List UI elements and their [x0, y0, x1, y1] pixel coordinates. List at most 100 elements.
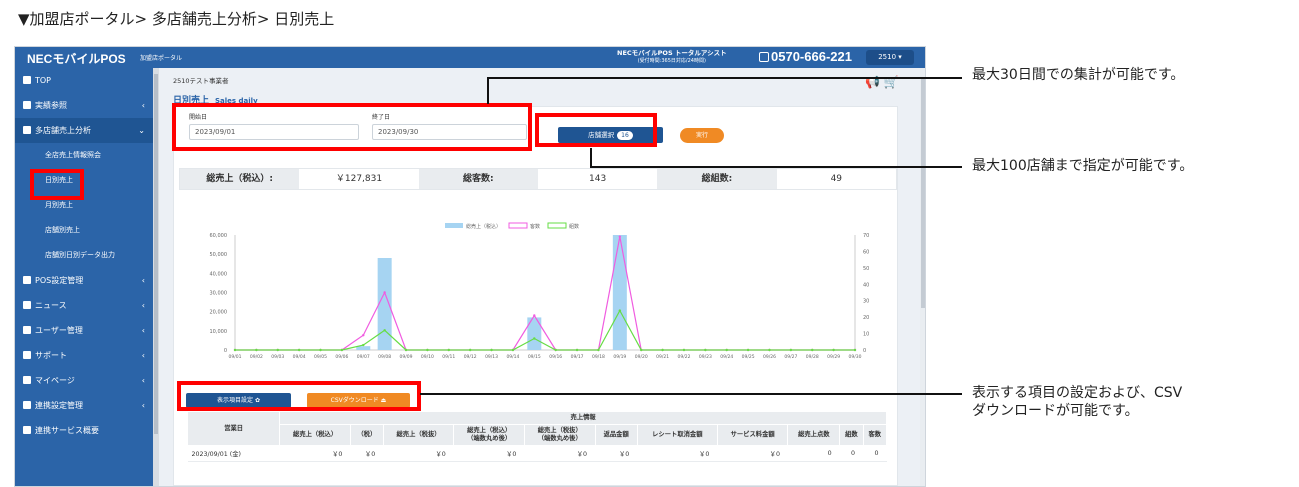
store-code-dropdown[interactable]: 2510 ▾ [866, 50, 914, 65]
legend-label: 組数 [569, 223, 579, 230]
store-name: 2510テスト事業者 [173, 77, 229, 85]
series-point [554, 348, 557, 352]
sidebar-item-mypage[interactable]: マイページ ‹ [15, 368, 153, 393]
series-point [319, 348, 322, 352]
table-header[interactable]: 総売上（税込） （端数丸め後） [453, 424, 525, 446]
x-tick-label: 09/26 [763, 354, 776, 360]
top-header: NECモバイルPOS 加盟店ポータル NECモバイルPOS トータルアシスト (… [15, 47, 925, 68]
daily-sales-chart: 0 10,000 20,000 30,000 40,000 50,000 60,000 0 10… [210, 222, 869, 360]
x-tick-label: 09/09 [400, 354, 413, 360]
table-header[interactable]: 返品金額 [594, 424, 638, 446]
x-tick-label: 09/29 [827, 354, 840, 360]
callout-csv-line1: 表示する項目の設定および、CSV [972, 385, 1183, 401]
series-line [235, 236, 855, 351]
series-point [426, 348, 429, 352]
y-tick-label-right: 30 [863, 299, 869, 305]
total-sales-value: ￥127,831 [335, 174, 383, 184]
connector-line [487, 77, 962, 79]
assist-info: NECモバイルPOS トータルアシスト (受付時間:365日対応/24時間) [617, 49, 727, 65]
x-tick-label: 09/25 [742, 354, 755, 360]
lifebuoy-icon [23, 351, 31, 359]
scrollbar-thumb[interactable] [921, 78, 925, 308]
sidebar-item-pos-settings[interactable]: POS設定管理 ‹ [15, 268, 153, 293]
y-tick-label-right: 70 [863, 233, 869, 239]
table-header[interactable]: 総売上（税抜） [382, 424, 455, 446]
y-tick-label-left: 0 [224, 348, 227, 354]
x-tick-label: 09/18 [592, 354, 605, 360]
sidebar-item-support[interactable]: サポート ‹ [15, 343, 153, 368]
phone-number: 0570-666-221 [771, 49, 852, 64]
table-header[interactable]: 客数 [862, 424, 888, 446]
table-cell: ￥0 [524, 445, 596, 462]
x-tick-label: 09/03 [271, 354, 284, 360]
x-tick-label: 09/10 [421, 354, 434, 360]
series-point [362, 343, 365, 347]
chevron-down-icon: ⌄ [138, 126, 145, 135]
scrollbar-thumb[interactable] [154, 74, 158, 434]
series-point [511, 348, 515, 352]
series-point [404, 348, 408, 352]
table-cell: ￥0 [453, 445, 525, 462]
chevron-left-icon: ‹ [141, 276, 145, 285]
series-point [725, 348, 728, 352]
y-tick-label-right: 10 [863, 332, 869, 338]
submenu-store-daily-export[interactable]: 店舗別日別データ出力 [15, 243, 153, 268]
series-point [383, 291, 386, 294]
series-point [768, 348, 771, 352]
gear-icon [23, 276, 31, 284]
series-point [362, 334, 365, 337]
run-button[interactable]: 実行 [680, 128, 724, 143]
sidebar-item-label: マイページ [35, 376, 75, 385]
series-point [597, 348, 600, 352]
table-header[interactable]: レシート取消金額 [636, 424, 718, 446]
y-tick-label-right: 60 [863, 249, 869, 255]
y-tick-label-left: 30,000 [210, 291, 228, 297]
logo[interactable]: NECモバイルPOS [27, 50, 126, 67]
sidebar-item-multi-store[interactable]: 多店舗売上分析 ⌄ [15, 118, 153, 143]
table-header[interactable]: 総売上（税抜） （端数丸め後） [523, 424, 596, 446]
sidebar-item-label: ニュース [35, 301, 67, 310]
table-cell: ￥0 [717, 445, 788, 462]
table-header[interactable]: 組数 [839, 424, 864, 446]
chevron-left-icon: ‹ [141, 301, 145, 310]
x-tick-label: 09/16 [549, 354, 562, 360]
table-cell: ￥0 [637, 445, 718, 462]
series-point [447, 348, 450, 352]
x-tick-label: 09/23 [699, 354, 712, 360]
legend-label: 総売上（税込） [466, 223, 501, 230]
submenu-all-store-sales[interactable]: 全店売上情報照会 [15, 143, 153, 168]
series-point [853, 348, 857, 352]
sidebar-item-integration-settings[interactable]: 連携設定管理 ‹ [15, 393, 153, 418]
sidebar-item-users[interactable]: ユーザー管理 ‹ [15, 318, 153, 343]
x-tick-label: 09/11 [442, 354, 455, 360]
legend-label: 客数 [530, 223, 540, 230]
total-sales-label: 総売上（税込）: [180, 169, 300, 189]
sidebar-scrollbar[interactable] [153, 68, 159, 486]
submenu-store-sales[interactable]: 店舗別売上 [15, 218, 153, 243]
table-header[interactable]: 総売上（税込） [279, 424, 351, 446]
sidebar-item-integration-overview[interactable]: 連携サービス概要 [15, 418, 153, 443]
table-header[interactable]: 営業日 [186, 411, 281, 446]
main-scrollbar[interactable] [920, 68, 925, 486]
table-cell: ￥0 [350, 445, 384, 462]
sidebar-item-results[interactable]: 実績参照 ‹ [15, 93, 153, 118]
series-point [811, 348, 814, 352]
table-cell: ￥0 [383, 445, 454, 462]
y-tick-label-right: 20 [863, 315, 869, 321]
sidebar-item-top[interactable]: TOP [15, 68, 153, 93]
table-header[interactable]: （税） [349, 424, 384, 446]
series-point [383, 329, 386, 332]
table-cell: 0 [863, 445, 887, 462]
connector-line [590, 166, 962, 168]
table-header[interactable]: 総売上点数 [787, 424, 841, 446]
legend-swatch [508, 222, 528, 229]
phone-icon [759, 52, 769, 62]
series-point [832, 348, 835, 352]
callout-date-range: 最大30日間での集計が可能です。 [972, 67, 1185, 83]
table-header[interactable]: サービス料金額 [716, 424, 789, 446]
series-point [233, 348, 237, 352]
highlight-daily-sales [30, 169, 84, 200]
y-tick-label-left: 50,000 [210, 252, 228, 258]
sidebar-item-news[interactable]: ニュース ‹ [15, 293, 153, 318]
sidebar-item-label: 多店舗売上分析 [35, 126, 91, 135]
